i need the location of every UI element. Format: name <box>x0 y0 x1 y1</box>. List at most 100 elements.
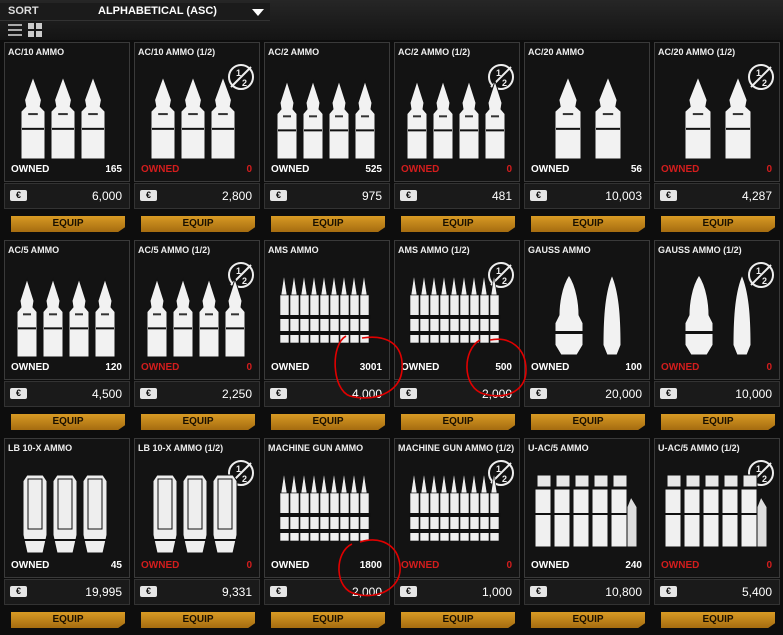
grid-view-icon[interactable] <box>28 23 42 37</box>
item-name: AC/5 AMMO <box>8 245 60 255</box>
card-top[interactable]: AMS AMMO OWNED 3001 <box>264 240 390 380</box>
owned-count: 120 <box>105 362 122 373</box>
equip-button[interactable]: EQUIP <box>271 612 385 628</box>
item-name: AMS AMMO <box>268 245 319 255</box>
ammo-icon <box>659 467 777 559</box>
owned-count: 0 <box>246 164 252 175</box>
ammo-icon <box>659 71 777 163</box>
item-name: AMS AMMO (1/2) <box>398 245 470 255</box>
ammo-card-ac-10-ammo[interactable]: AC/10 AMMO OWNED 165 € 6,000 EQUIP <box>4 42 130 236</box>
list-view-icon[interactable] <box>8 24 22 36</box>
equip-button[interactable]: EQUIP <box>661 216 775 232</box>
equip-button[interactable]: EQUIP <box>11 612 125 628</box>
ammo-card-ams-ammo-1-2[interactable]: AMS AMMO (1/2) 1 2 OWNED 500 € 2,000 EQU… <box>394 240 520 434</box>
ammo-card-machine-gun-ammo-1-2[interactable]: MACHINE GUN AMMO (1/2) 1 2 OWNED 0 € 1,0… <box>394 438 520 632</box>
ammo-icon <box>399 467 517 559</box>
c-bill-icon: € <box>10 388 27 399</box>
ammo-card-gauss-ammo-1-2[interactable]: GAUSS AMMO (1/2) 1 2 OWNED 0 € 10,000 EQ… <box>654 240 780 434</box>
owned-label: OWNED <box>271 362 310 373</box>
equip-button[interactable]: EQUIP <box>141 216 255 232</box>
chevron-down-icon[interactable] <box>252 9 264 16</box>
c-bill-icon: € <box>270 586 287 597</box>
equip-button[interactable]: EQUIP <box>531 216 645 232</box>
ammo-card-ac-2-ammo[interactable]: AC/2 AMMO OWNED 525 € 975 EQUIP <box>264 42 390 236</box>
ammo-icon <box>269 269 387 361</box>
equip-button[interactable]: EQUIP <box>661 612 775 628</box>
card-top[interactable]: AC/20 AMMO OWNED 56 <box>524 42 650 182</box>
ammo-icon <box>269 71 387 163</box>
card-top[interactable]: AC/2 AMMO OWNED 525 <box>264 42 390 182</box>
equip-button[interactable]: EQUIP <box>11 216 125 232</box>
c-bill-icon: € <box>270 388 287 399</box>
price-row: € 10,003 <box>524 183 650 209</box>
c-bill-icon: € <box>400 388 417 399</box>
item-price: 10,800 <box>605 585 642 599</box>
c-bill-icon: € <box>140 586 157 597</box>
item-name: AC/10 AMMO (1/2) <box>138 47 216 57</box>
ammo-card-u-ac-5-ammo[interactable]: U-AC/5 AMMO OWNED 240 € 10,800 EQUIP <box>524 438 650 632</box>
card-top[interactable]: U-AC/5 AMMO (1/2) 1 2 OWNED 0 <box>654 438 780 578</box>
ammo-icon <box>139 467 257 559</box>
ammo-card-ac-5-ammo-1-2[interactable]: AC/5 AMMO (1/2) 1 2 OWNED 0 € 2,250 EQUI… <box>134 240 260 434</box>
equip-button[interactable]: EQUIP <box>531 414 645 430</box>
equip-button[interactable]: EQUIP <box>401 414 515 430</box>
card-top[interactable]: AMS AMMO (1/2) 1 2 OWNED 500 <box>394 240 520 380</box>
owned-count: 0 <box>766 560 772 571</box>
ammo-card-ac-20-ammo[interactable]: AC/20 AMMO OWNED 56 € 10,003 EQUIP <box>524 42 650 236</box>
ammo-card-u-ac-5-ammo-1-2[interactable]: U-AC/5 AMMO (1/2) 1 2 OWNED 0 € 5,400 EQ… <box>654 438 780 632</box>
ammo-card-ams-ammo[interactable]: AMS AMMO OWNED 3001 € 4,000 EQUIP <box>264 240 390 434</box>
c-bill-icon: € <box>400 586 417 597</box>
owned-count: 100 <box>625 362 642 373</box>
card-top[interactable]: AC/5 AMMO OWNED 120 <box>4 240 130 380</box>
equip-button[interactable]: EQUIP <box>141 612 255 628</box>
card-top[interactable]: AC/2 AMMO (1/2) 1 2 OWNED 0 <box>394 42 520 182</box>
equip-button[interactable]: EQUIP <box>271 414 385 430</box>
card-top[interactable]: LB 10-X AMMO OWNED 45 <box>4 438 130 578</box>
card-top[interactable]: GAUSS AMMO OWNED 100 <box>524 240 650 380</box>
price-row: € 4,500 <box>4 381 130 407</box>
ammo-card-lb-10-x-ammo[interactable]: LB 10-X AMMO OWNED 45 € 19,995 EQUIP <box>4 438 130 632</box>
card-top[interactable]: AC/10 AMMO (1/2) 1 2 OWNED 0 <box>134 42 260 182</box>
owned-count: 525 <box>365 164 382 175</box>
item-name: GAUSS AMMO <box>528 245 591 255</box>
item-price: 5,400 <box>741 585 772 599</box>
equip-button[interactable]: EQUIP <box>531 612 645 628</box>
card-top[interactable]: AC/5 AMMO (1/2) 1 2 OWNED 0 <box>134 240 260 380</box>
owned-count: 0 <box>246 560 252 571</box>
card-top[interactable]: AC/20 AMMO (1/2) 1 2 OWNED 0 <box>654 42 780 182</box>
ammo-card-gauss-ammo[interactable]: GAUSS AMMO OWNED 100 € 20,000 EQUIP <box>524 240 650 434</box>
ammo-card-ac-20-ammo-1-2[interactable]: AC/20 AMMO (1/2) 1 2 OWNED 0 € 4,287 EQU… <box>654 42 780 236</box>
c-bill-icon: € <box>400 190 417 201</box>
equip-button[interactable]: EQUIP <box>401 612 515 628</box>
item-name: GAUSS AMMO (1/2) <box>658 245 742 255</box>
card-top[interactable]: GAUSS AMMO (1/2) 1 2 OWNED 0 <box>654 240 780 380</box>
equip-button[interactable]: EQUIP <box>401 216 515 232</box>
owned-count: 0 <box>766 362 772 373</box>
sort-dropdown[interactable]: SORT ALPHABETICAL (ASC) <box>0 3 270 21</box>
ammo-card-ac-10-ammo-1-2[interactable]: AC/10 AMMO (1/2) 1 2 OWNED 0 € 2,800 EQU… <box>134 42 260 236</box>
owned-count: 0 <box>246 362 252 373</box>
equip-button[interactable]: EQUIP <box>661 414 775 430</box>
equip-button[interactable]: EQUIP <box>11 414 125 430</box>
owned-label: OWNED <box>401 560 440 571</box>
owned-label: OWNED <box>661 164 700 175</box>
equip-button[interactable]: EQUIP <box>271 216 385 232</box>
card-top[interactable]: MACHINE GUN AMMO (1/2) 1 2 OWNED 0 <box>394 438 520 578</box>
card-top[interactable]: U-AC/5 AMMO OWNED 240 <box>524 438 650 578</box>
owned-label: OWNED <box>271 560 310 571</box>
item-price: 4,500 <box>91 387 122 401</box>
equip-button[interactable]: EQUIP <box>141 414 255 430</box>
card-top[interactable]: LB 10-X AMMO (1/2) 1 2 OWNED 0 <box>134 438 260 578</box>
ammo-card-ac-2-ammo-1-2[interactable]: AC/2 AMMO (1/2) 1 2 OWNED 0 € 481 EQUIP <box>394 42 520 236</box>
owned-label: OWNED <box>141 362 180 373</box>
ammo-card-machine-gun-ammo[interactable]: MACHINE GUN AMMO OWNED 1800 € 2,000 EQUI… <box>264 438 390 632</box>
owned-label: OWNED <box>141 164 180 175</box>
price-row: € 481 <box>394 183 520 209</box>
item-name: AC/20 AMMO (1/2) <box>658 47 736 57</box>
item-price: 6,000 <box>91 189 122 203</box>
ammo-card-ac-5-ammo[interactable]: AC/5 AMMO OWNED 120 € 4,500 EQUIP <box>4 240 130 434</box>
item-name: MACHINE GUN AMMO <box>268 443 364 453</box>
card-top[interactable]: AC/10 AMMO OWNED 165 <box>4 42 130 182</box>
card-top[interactable]: MACHINE GUN AMMO OWNED 1800 <box>264 438 390 578</box>
ammo-card-lb-10-x-ammo-1-2[interactable]: LB 10-X AMMO (1/2) 1 2 OWNED 0 € 9,331 E… <box>134 438 260 632</box>
